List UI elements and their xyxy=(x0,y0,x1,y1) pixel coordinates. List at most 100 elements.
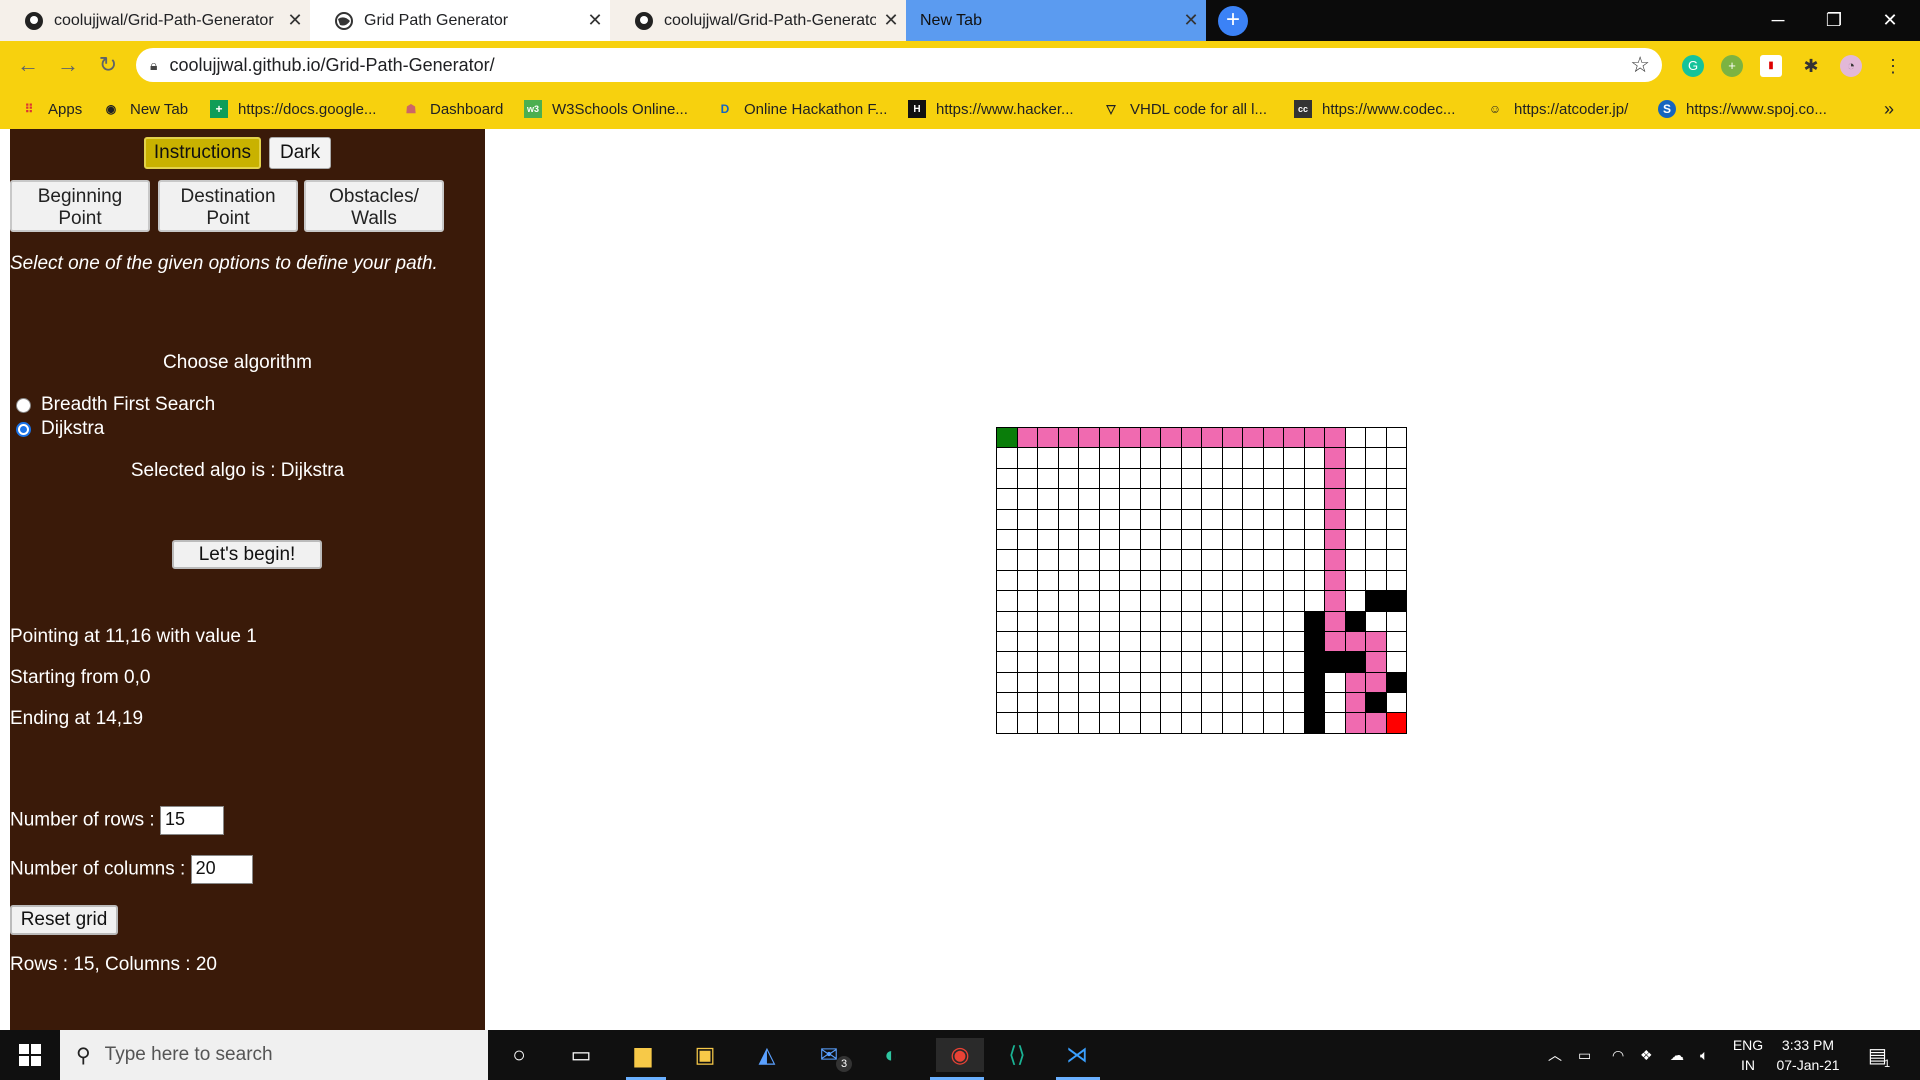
grid-cell[interactable] xyxy=(1366,529,1387,551)
grid-cell[interactable] xyxy=(1017,713,1038,734)
reset-grid-button[interactable]: Reset grid xyxy=(10,905,118,935)
grid-cell[interactable] xyxy=(1202,570,1223,592)
grid-cell[interactable] xyxy=(1386,631,1407,653)
grid-cell[interactable] xyxy=(1181,693,1202,714)
grid-cell[interactable] xyxy=(1140,509,1161,530)
grid-cell[interactable] xyxy=(1140,631,1161,653)
plus-extension-icon[interactable]: + xyxy=(1721,55,1743,77)
grid-cell[interactable] xyxy=(997,652,1018,673)
notification-icon[interactable]: ▤ xyxy=(1868,1030,1887,1080)
grid-cell[interactable] xyxy=(1181,489,1202,510)
grid-cell[interactable] xyxy=(1202,611,1223,632)
desktop-app-icon[interactable]: ◭ xyxy=(750,1038,784,1072)
task-view-icon[interactable]: ▭ xyxy=(564,1038,598,1072)
grid-cell[interactable] xyxy=(1079,591,1100,612)
file-explorer-icon[interactable]: ▆ xyxy=(626,1038,660,1072)
grid-cell[interactable] xyxy=(1243,611,1264,632)
grid-cell-path[interactable] xyxy=(1243,428,1264,449)
grid-cell[interactable] xyxy=(1243,448,1264,469)
grid-cell-path[interactable] xyxy=(1325,611,1346,632)
grid-cell[interactable] xyxy=(1284,713,1305,734)
grid-cell[interactable] xyxy=(1345,570,1366,592)
obstacles-walls-button[interactable]: Obstacles/ Walls xyxy=(304,180,444,232)
tray-chevron-icon[interactable]: ︿ xyxy=(1548,1030,1562,1080)
lets-begin-button[interactable]: Let's begin! xyxy=(172,540,322,569)
grid-cell[interactable] xyxy=(1366,570,1387,592)
grid-cell[interactable] xyxy=(1304,468,1325,490)
grid-cell[interactable] xyxy=(1161,448,1182,469)
grid-cell[interactable] xyxy=(1140,468,1161,490)
grid-cell[interactable] xyxy=(1222,591,1243,612)
close-icon[interactable]: ✕ xyxy=(280,10,310,31)
grid-cell[interactable] xyxy=(1263,713,1284,734)
grid-cell[interactable] xyxy=(1284,672,1305,694)
grid-cell[interactable] xyxy=(1243,652,1264,673)
grid-cell[interactable] xyxy=(1345,489,1366,510)
grid-cell[interactable] xyxy=(1058,529,1079,551)
grid-cell[interactable] xyxy=(1099,672,1120,694)
grid-cell[interactable] xyxy=(1284,448,1305,469)
destination-point-button[interactable]: Destination Point xyxy=(158,180,298,232)
grid-cell[interactable] xyxy=(1304,591,1325,612)
grid-cell[interactable] xyxy=(1058,631,1079,653)
grid-cell[interactable] xyxy=(1263,672,1284,694)
columns-input[interactable]: 20 xyxy=(190,855,253,884)
grid-cell[interactable] xyxy=(1038,672,1059,694)
grid-cell[interactable] xyxy=(1345,529,1366,551)
edge-icon[interactable]: ◐ xyxy=(874,1038,908,1072)
grid-cell[interactable] xyxy=(1058,713,1079,734)
reload-icon[interactable]: ↻ xyxy=(94,51,122,79)
grid-cell-path[interactable] xyxy=(1345,672,1366,694)
grid-cell[interactable] xyxy=(1345,428,1366,449)
grid-cell[interactable] xyxy=(997,570,1018,592)
grid-cell[interactable] xyxy=(1243,570,1264,592)
cortana-icon[interactable]: ○ xyxy=(502,1038,536,1072)
grid-cell[interactable] xyxy=(1017,672,1038,694)
grid-cell[interactable] xyxy=(997,713,1018,734)
radio-button[interactable] xyxy=(16,397,31,413)
grid-cell[interactable] xyxy=(997,631,1018,653)
grid-cell[interactable] xyxy=(1386,550,1407,571)
bookmark-google-docs[interactable]: + https://docs.google... xyxy=(210,89,376,129)
grid-cell[interactable] xyxy=(1017,611,1038,632)
grid-cell[interactable] xyxy=(1243,509,1264,530)
grid-cell[interactable] xyxy=(1243,468,1264,490)
close-window-icon[interactable]: ✕ xyxy=(1862,0,1918,41)
grid-cell[interactable] xyxy=(1304,509,1325,530)
grid-cell[interactable] xyxy=(1222,550,1243,571)
grid-cell[interactable] xyxy=(1366,509,1387,530)
grid-cell[interactable] xyxy=(1099,489,1120,510)
grid-cell[interactable] xyxy=(1058,468,1079,490)
grid-cell[interactable] xyxy=(1304,550,1325,571)
grid-cell[interactable] xyxy=(1222,693,1243,714)
grid-cell[interactable] xyxy=(1079,489,1100,510)
grid-cell[interactable] xyxy=(1120,489,1141,510)
grid-cell[interactable] xyxy=(997,611,1018,632)
grid-cell-path[interactable] xyxy=(1284,428,1305,449)
grid-cell[interactable] xyxy=(1202,509,1223,530)
grid-cell[interactable] xyxy=(1386,489,1407,510)
grid-cell[interactable] xyxy=(1099,611,1120,632)
radio-dijkstra[interactable]: Dijkstra xyxy=(16,418,104,440)
grid-cell[interactable] xyxy=(1181,550,1202,571)
grid-cell[interactable] xyxy=(1038,509,1059,530)
grid-cell-path[interactable] xyxy=(1222,428,1243,449)
grid-cell[interactable] xyxy=(1284,468,1305,490)
grid-cell[interactable] xyxy=(1386,570,1407,592)
grid-cell[interactable] xyxy=(1284,693,1305,714)
grid-cell-wall[interactable] xyxy=(1304,631,1325,653)
code-app-icon[interactable]: ⟨⟩ xyxy=(1000,1038,1034,1072)
grid-cell[interactable] xyxy=(1181,591,1202,612)
grid-cell[interactable] xyxy=(1304,489,1325,510)
grid-cell-path[interactable] xyxy=(1366,631,1387,653)
grid-cell[interactable] xyxy=(1386,448,1407,469)
grid-cell[interactable] xyxy=(1017,529,1038,551)
grid-cell[interactable] xyxy=(1284,611,1305,632)
grid-cell-wall[interactable] xyxy=(1304,652,1325,673)
grid-cell[interactable] xyxy=(1140,693,1161,714)
grid-cell-path[interactable] xyxy=(1304,428,1325,449)
grid-cell[interactable] xyxy=(1243,672,1264,694)
grid-cell[interactable] xyxy=(1038,570,1059,592)
grid-cell[interactable] xyxy=(1058,448,1079,469)
grid-cell[interactable] xyxy=(1038,713,1059,734)
